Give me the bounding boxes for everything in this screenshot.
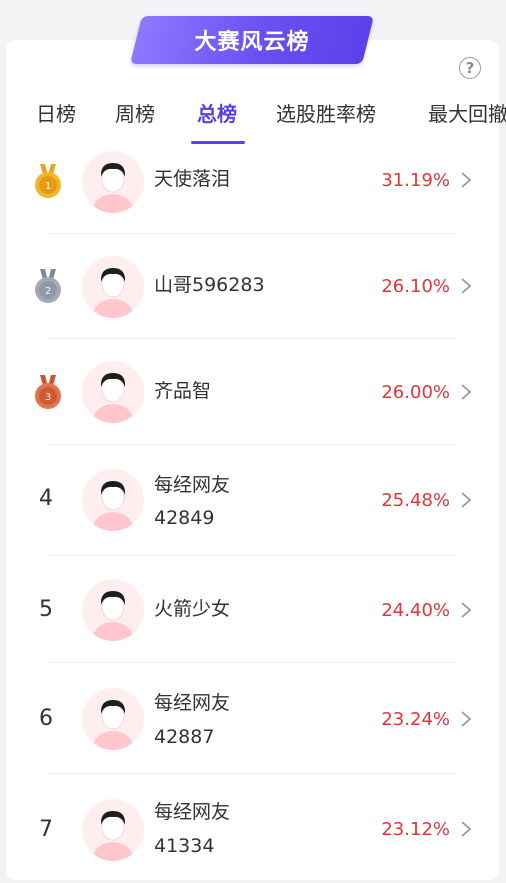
leaderboard-row[interactable]: 5 火箭少女 24.40% xyxy=(0,556,506,663)
help-icon[interactable]: ? xyxy=(459,57,481,79)
leaderboard-row[interactable]: 2 山哥596283 26.10% xyxy=(0,234,506,339)
player-name: 天使落泪 xyxy=(154,168,231,190)
chevron-right-icon[interactable] xyxy=(459,601,473,619)
return-rate: 26.10% xyxy=(381,276,450,297)
chevron-right-icon[interactable] xyxy=(459,171,473,189)
svg-text:2: 2 xyxy=(45,286,51,297)
return-rate: 26.00% xyxy=(381,382,450,403)
avatar[interactable] xyxy=(82,151,144,213)
avatar[interactable] xyxy=(82,688,144,750)
svg-text:3: 3 xyxy=(45,392,51,403)
leaderboard-row[interactable]: 4 每经网友 42849 25.48% xyxy=(0,445,506,556)
bronze-medal-icon: 3 xyxy=(35,375,61,409)
return-rate: 31.19% xyxy=(381,170,450,191)
player-name: 齐品智 xyxy=(154,380,212,402)
leaderboard-banner: 大赛风云榜 xyxy=(130,16,374,64)
chevron-right-icon[interactable] xyxy=(459,383,473,401)
player-name: 山哥596283 xyxy=(154,274,265,296)
tab-max-drawdown[interactable]: 最大回撤 xyxy=(428,98,506,127)
leaderboard-row[interactable]: 1 天使落泪 31.19% xyxy=(0,146,506,234)
leaderboard-row[interactable]: 7 每经网友 41334 23.12% xyxy=(0,774,506,880)
rank-number: 5 xyxy=(39,597,53,622)
tab-win-rate[interactable]: 选股胜率榜 xyxy=(276,98,376,127)
avatar[interactable] xyxy=(82,579,144,641)
player-name-line2: 41334 xyxy=(154,835,215,857)
leaderboard-row[interactable]: 6 每经网友 42887 23.24% xyxy=(0,663,506,774)
tab-weekly[interactable]: 周榜 xyxy=(115,98,155,127)
return-rate: 23.12% xyxy=(381,819,450,840)
chevron-right-icon[interactable] xyxy=(459,491,473,509)
svg-text:1: 1 xyxy=(45,181,51,192)
active-tab-indicator xyxy=(191,141,245,144)
rank-number: 7 xyxy=(39,817,53,842)
chevron-right-icon[interactable] xyxy=(459,710,473,728)
silver-medal-icon: 2 xyxy=(35,269,61,303)
rank-number: 6 xyxy=(39,706,53,731)
tab-overall[interactable]: 总榜 xyxy=(197,98,237,127)
rank-number: 4 xyxy=(39,486,53,511)
player-name-line1: 每经网友 xyxy=(154,801,231,823)
player-name-line1: 每经网友 xyxy=(154,692,231,714)
tab-daily[interactable]: 日榜 xyxy=(36,98,76,127)
avatar[interactable] xyxy=(82,469,144,531)
tab-bar: 日榜 周榜 总榜 选股胜率榜 最大回撤 xyxy=(0,98,506,146)
return-rate: 25.48% xyxy=(381,490,450,511)
player-name-line1: 每经网友 xyxy=(154,474,231,496)
return-rate: 24.40% xyxy=(381,600,450,621)
chevron-right-icon[interactable] xyxy=(459,820,473,838)
chevron-right-icon[interactable] xyxy=(459,277,473,295)
banner-title: 大赛风云榜 xyxy=(194,30,310,55)
return-rate: 23.24% xyxy=(381,709,450,730)
leaderboard-row[interactable]: 3 齐品智 26.00% xyxy=(0,339,506,445)
player-name-line2: 42849 xyxy=(154,507,215,529)
player-name: 火箭少女 xyxy=(154,598,231,620)
player-name-line2: 42887 xyxy=(154,726,215,748)
avatar[interactable] xyxy=(82,799,144,861)
gold-medal-icon: 1 xyxy=(35,164,61,198)
avatar[interactable] xyxy=(82,256,144,318)
avatar[interactable] xyxy=(82,361,144,423)
